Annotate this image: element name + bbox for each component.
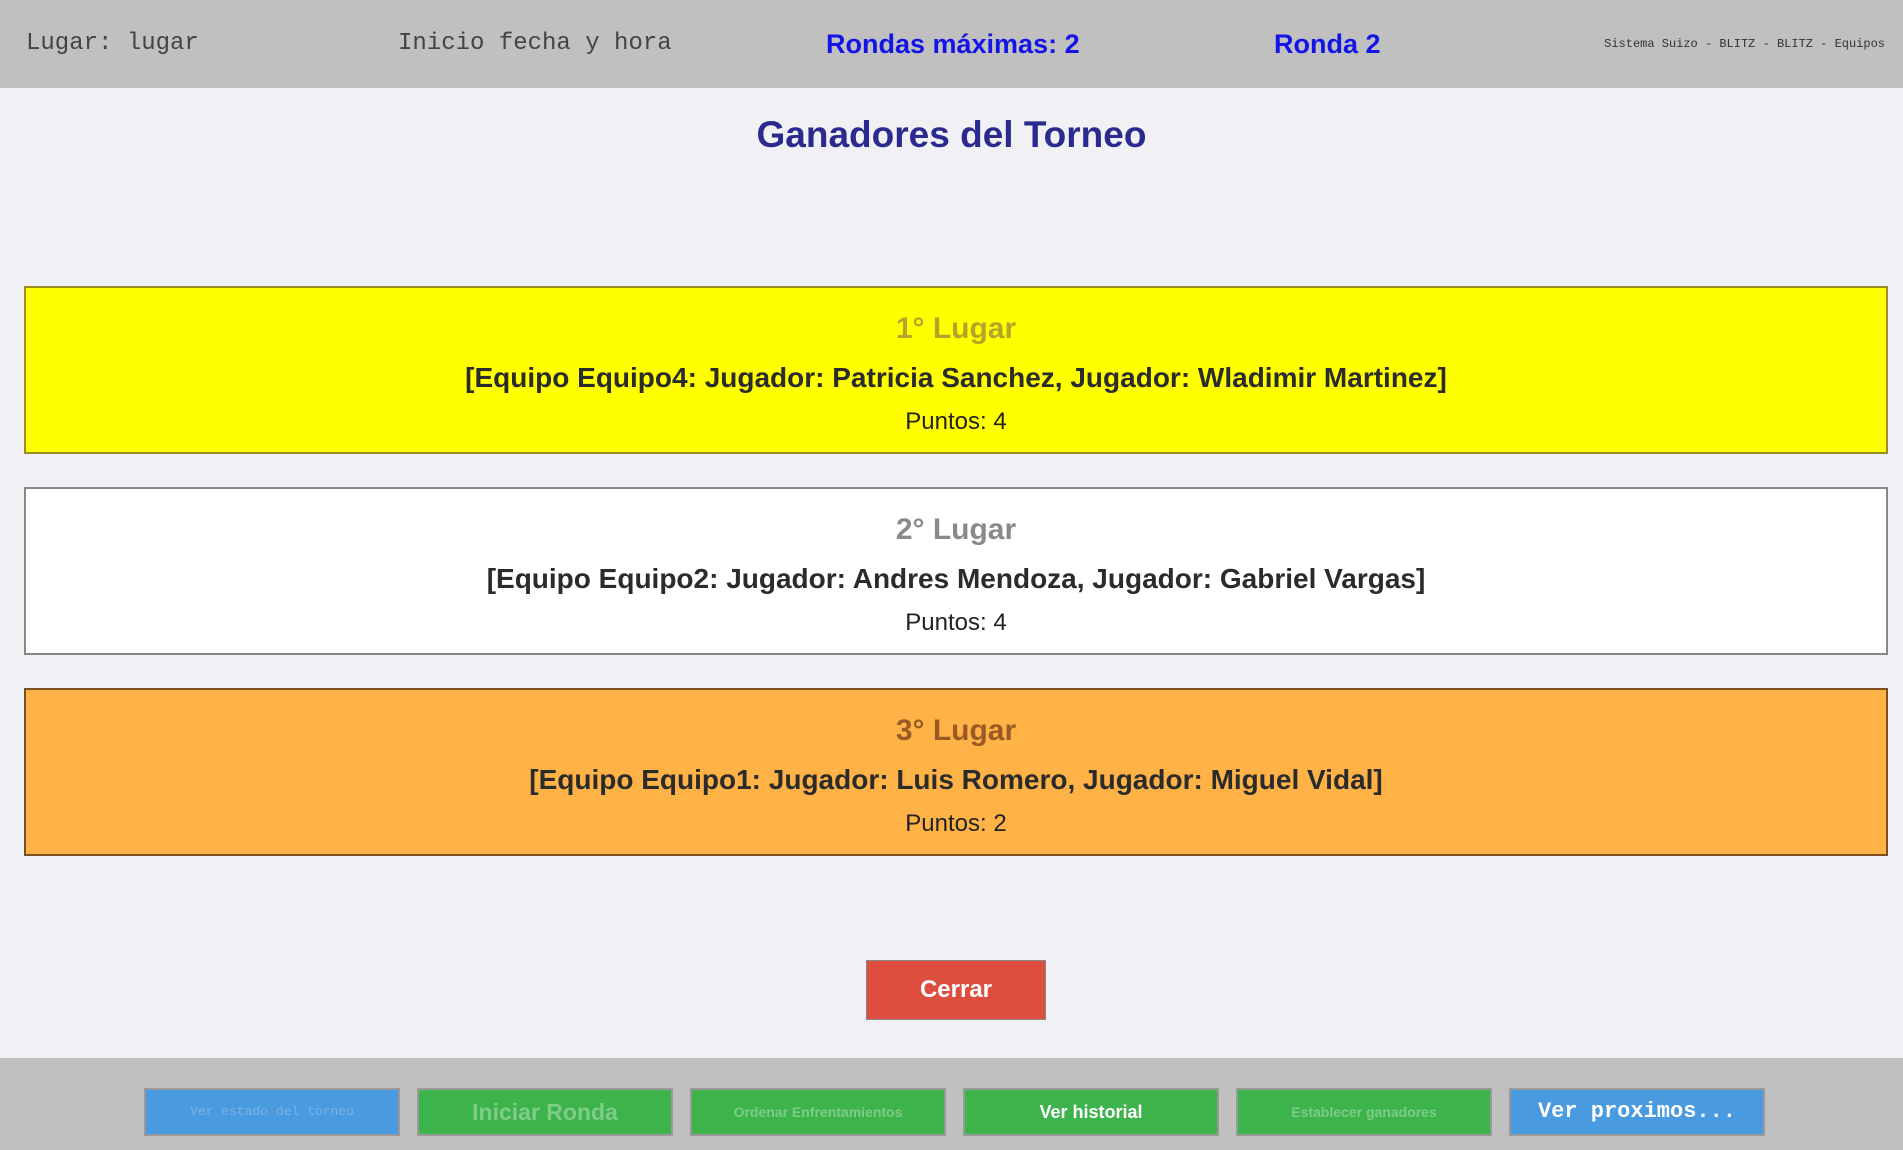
winner-place: 3° Lugar	[895, 714, 1017, 747]
winner-points: Puntos: 4	[905, 609, 1007, 636]
view-tournament-status-button[interactable]: Ver estado del torneo	[144, 1088, 400, 1136]
top-bar: Lugar: lugar Inicio fecha y hora Rondas …	[0, 0, 1903, 88]
set-winners-button[interactable]: Establecer ganadores	[1236, 1088, 1492, 1136]
winner-place: 2° Lugar	[895, 513, 1017, 546]
winner-place: 1° Lugar	[895, 312, 1017, 345]
winner-points: Puntos: 2	[905, 810, 1007, 837]
winner-team: [Equipo Equipo2: Jugador: Andres Mendoza…	[486, 563, 1426, 594]
system-label: Sistema Suizo - BLITZ - BLITZ - Equipos	[1604, 37, 1885, 51]
close-button[interactable]: Cerrar	[866, 960, 1046, 1020]
location-label: Lugar: lugar	[26, 30, 199, 57]
start-round-button[interactable]: Iniciar Ronda	[417, 1088, 673, 1136]
sort-matchups-button[interactable]: Ordenar Enfrentamientos	[690, 1088, 946, 1136]
view-next-button[interactable]: Ver proximos...	[1509, 1088, 1765, 1136]
max-rounds-label: Rondas máximas: 2	[826, 29, 1080, 59]
page-title: Ganadores del Torneo	[756, 114, 1147, 155]
winner-team: [Equipo Equipo4: Jugador: Patricia Sanch…	[465, 362, 1447, 393]
winner-team: [Equipo Equipo1: Jugador: Luis Romero, J…	[529, 764, 1383, 795]
current-round-label: Ronda 2	[1274, 29, 1381, 59]
winner-card-1: 1° Lugar [Equipo Equipo4: Jugador: Patri…	[24, 286, 1888, 454]
winner-points: Puntos: 4	[905, 408, 1007, 435]
winner-card-3: 3° Lugar [Equipo Equipo1: Jugador: Luis …	[24, 688, 1888, 856]
winner-card-2: 2° Lugar [Equipo Equipo2: Jugador: Andre…	[24, 487, 1888, 655]
start-datetime-label: Inicio fecha y hora	[398, 30, 672, 57]
view-history-button[interactable]: Ver historial	[963, 1088, 1219, 1136]
